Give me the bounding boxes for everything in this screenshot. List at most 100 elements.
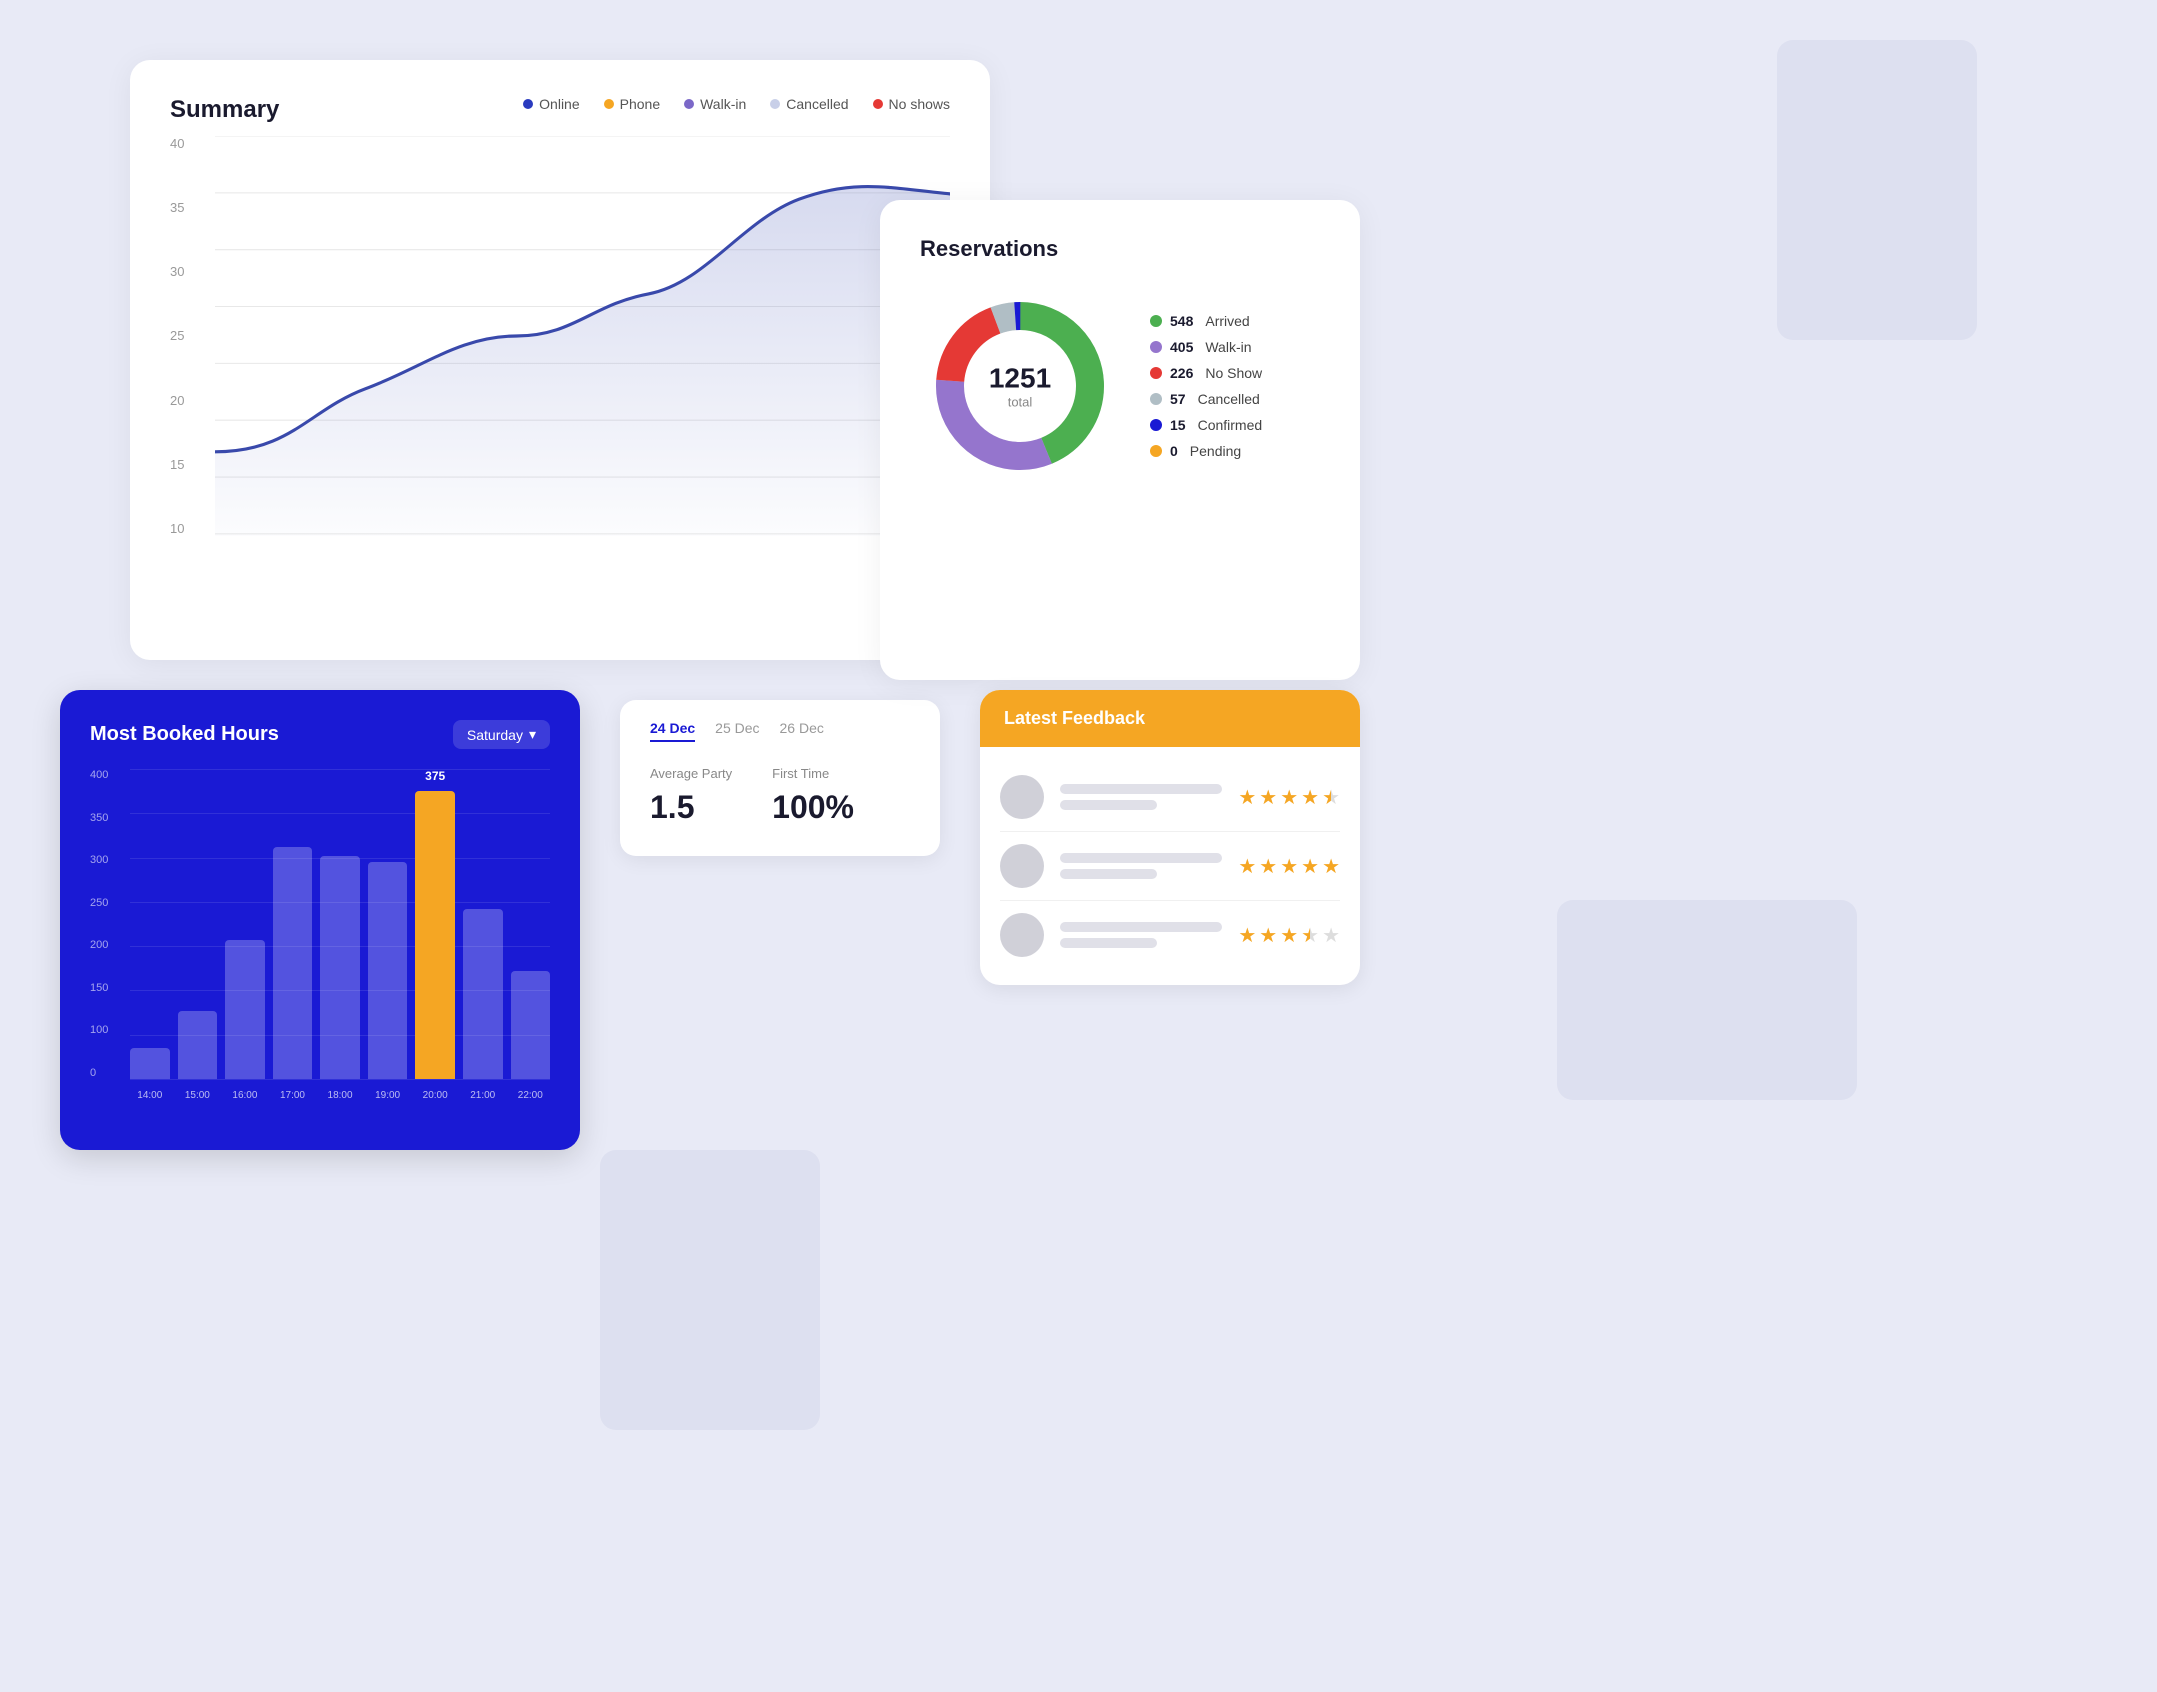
donut-total: 1251: [989, 363, 1051, 395]
date-tabs: 24 Dec 25 Dec 26 Dec: [650, 720, 910, 742]
bar-group: 18:00: [320, 769, 360, 1079]
res-legend-item: 226No Show: [1150, 365, 1262, 381]
y-axis-label: 35: [170, 200, 205, 215]
feedback-item: ★★★★★: [1000, 832, 1340, 901]
y-axis-label: 40: [170, 136, 205, 151]
bar-time-label: 19:00: [375, 1090, 400, 1101]
res-label: Walk-in: [1205, 339, 1251, 355]
bg-decoration-3: [600, 1150, 820, 1430]
stats-row: Average Party1.5 First Time 100%: [650, 766, 910, 826]
bar-time-label: 16:00: [232, 1090, 257, 1101]
feedback-lines: [1060, 853, 1222, 879]
legend-dot: [523, 99, 533, 109]
bar-time-label: 15:00: [185, 1090, 210, 1101]
res-dot: [1150, 341, 1162, 353]
reservations-title: Reservations: [920, 236, 1320, 262]
res-legend-item: 15 Confirmed: [1150, 417, 1262, 433]
bar: [511, 971, 551, 1080]
legend-label: No shows: [889, 96, 950, 112]
y-axis-label: 10: [170, 521, 205, 536]
grid-line: [130, 1079, 550, 1080]
date-tab[interactable]: 25 Dec: [715, 720, 759, 742]
y-axis-label: 15: [170, 457, 205, 472]
star-icon: ★: [1238, 923, 1256, 948]
chevron-down-icon: ▾: [529, 726, 536, 743]
res-count: 57: [1170, 391, 1186, 407]
feedback-lines: [1060, 922, 1222, 948]
bar-y-axis: 4003503002502001501000: [90, 769, 125, 1079]
summary-chart: 40353025201510: [170, 136, 950, 536]
res-label: Confirmed: [1198, 417, 1263, 433]
star-icon: ★: [1280, 785, 1298, 810]
date-tab[interactable]: 24 Dec: [650, 720, 695, 742]
star-icon: ★: [1238, 854, 1256, 879]
bar-group: 22:00: [511, 769, 551, 1079]
reservations-body: 1251 total 548Arrived 405 Walk-in 226No Sho…: [920, 286, 1320, 486]
star-rating: ★★★★★: [1238, 785, 1340, 810]
stat-label: Average Party: [650, 766, 732, 781]
bar-group: 14:00: [130, 769, 170, 1079]
res-count: 226: [1170, 365, 1193, 381]
star-icon: ★: [1280, 923, 1298, 948]
feedback-avatar: [1000, 913, 1044, 957]
feedback-line-short: [1060, 869, 1157, 879]
stat-item: Average Party1.5: [650, 766, 732, 826]
feedback-line-short: [1060, 800, 1157, 810]
res-dot: [1150, 419, 1162, 431]
star-icon: ★: [1322, 854, 1340, 879]
y-axis-label: 25: [170, 328, 205, 343]
feedback-avatar: [1000, 844, 1044, 888]
booked-header: Most Booked Hours Saturday ▾: [90, 720, 550, 749]
feedback-body: ★★★★★★★★★★★★★★★: [980, 747, 1360, 985]
res-count: 405: [1170, 339, 1193, 355]
bar-y-label: 400: [90, 769, 125, 781]
feedback-line: [1060, 922, 1222, 932]
bar-group: 37520:00: [415, 769, 455, 1079]
legend-item-online: Online: [523, 96, 579, 112]
legend-label: Walk-in: [700, 96, 746, 112]
date-tab[interactable]: 26 Dec: [780, 720, 824, 742]
feedback-card: Latest Feedback ★★★★★★★★★★★★★★★: [980, 690, 1360, 985]
res-label: Pending: [1190, 443, 1241, 459]
res-dot: [1150, 367, 1162, 379]
legend-label: Online: [539, 96, 579, 112]
res-dot: [1150, 393, 1162, 405]
day-selector-button[interactable]: Saturday ▾: [453, 720, 550, 749]
donut-chart: 1251 total: [920, 286, 1120, 486]
reservations-card: Reservations 1251 total: [880, 200, 1360, 680]
res-legend-item: 0Pending: [1150, 443, 1262, 459]
star-icon: ★: [1259, 923, 1277, 948]
y-axis: 40353025201510: [170, 136, 205, 536]
summary-title: Summary: [170, 96, 279, 124]
bar-y-label: 100: [90, 1024, 125, 1036]
star-icon: ★: [1322, 785, 1340, 810]
star-icon: ★: [1259, 785, 1277, 810]
bar-group: 16:00: [225, 769, 265, 1079]
bg-decoration-1: [1777, 40, 1977, 340]
res-legend-item: 548Arrived: [1150, 313, 1262, 329]
star-rating: ★★★★★: [1238, 854, 1340, 879]
bar-time-label: 18:00: [328, 1090, 353, 1101]
res-count: 15: [1170, 417, 1186, 433]
bars-container: 14:0015:0016:0017:0018:0019:0037520:0021…: [130, 769, 550, 1079]
reservations-legend: 548Arrived405Walk-in226No Show57Cancelle…: [1150, 313, 1262, 459]
feedback-line: [1060, 853, 1222, 863]
res-count: 548: [1170, 313, 1193, 329]
bg-decoration-2: [1557, 900, 1857, 1100]
bar-y-label: 150: [90, 982, 125, 994]
stat-label: First Time: [772, 766, 854, 781]
stat-value: 100%: [772, 789, 854, 826]
feedback-header: Latest Feedback: [980, 690, 1360, 747]
legend-dot: [873, 99, 883, 109]
bar: [320, 856, 360, 1079]
date-stats-card: 24 Dec 25 Dec 26 Dec Average Party1.5 First…: [620, 700, 940, 856]
bar-value-label: 375: [425, 769, 445, 783]
booked-hours-card: Most Booked Hours Saturday ▾ 40035030025…: [60, 690, 580, 1150]
bar: [178, 1011, 218, 1079]
legend-dot: [684, 99, 694, 109]
legend-item-walk-in: Walk-in: [684, 96, 746, 112]
legend-label: Cancelled: [786, 96, 848, 112]
legend-label: Phone: [620, 96, 660, 112]
legend-dot: [604, 99, 614, 109]
star-icon: ★: [1301, 785, 1319, 810]
